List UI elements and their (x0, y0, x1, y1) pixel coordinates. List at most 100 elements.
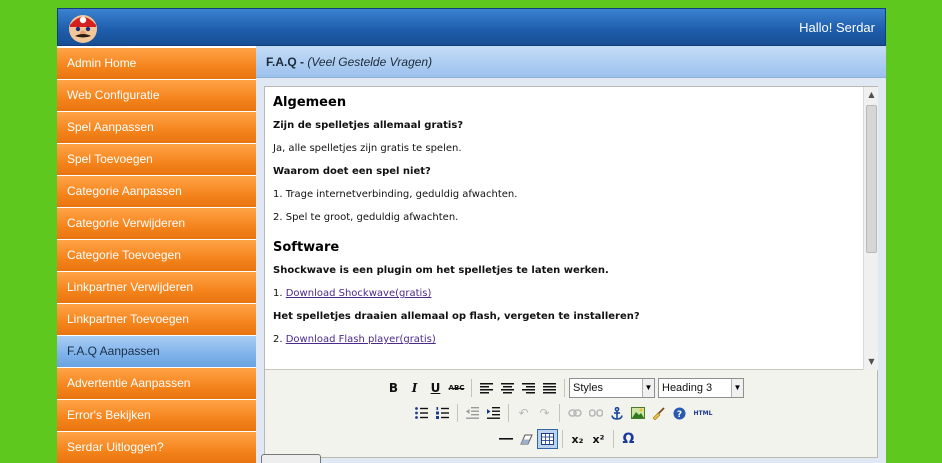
sidebar-nav: Admin Home Web Configuratie Spel Aanpass… (57, 48, 256, 463)
redo-button[interactable]: ↷ (534, 403, 555, 423)
subscript-button[interactable]: x₂ (567, 429, 588, 449)
sidebar-item-uitloggen[interactable]: Serdar Uitloggen? (57, 432, 256, 463)
bullet-list-icon (415, 407, 428, 419)
sidebar-item-spel-aanpassen[interactable]: Spel Aanpassen (57, 112, 256, 144)
bold-button[interactable]: B (383, 378, 404, 398)
subscript-icon: x₂ (571, 432, 584, 446)
page-subtitle: (Veel Gestelde Vragen) (307, 55, 433, 69)
section-heading-software: Software (273, 240, 340, 255)
sidebar-item-admin-home[interactable]: Admin Home (57, 48, 256, 80)
faq-answer: 1. Download Shockwave(gratis) (273, 287, 855, 300)
toolbar-row-2: ↶ ↷ ? HTML (411, 402, 716, 424)
sidebar-item-spel-toevoegen[interactable]: Spel Toevoegen (57, 144, 256, 176)
sidebar-item-categorie-aanpassen[interactable]: Categorie Aanpassen (57, 176, 256, 208)
horizontal-rule-button[interactable] (495, 429, 516, 449)
scroll-thumb[interactable] (866, 105, 877, 253)
sidebar-item-linkpartner-toevoegen[interactable]: Linkpartner Toevoegen (57, 304, 256, 336)
link-icon (567, 409, 582, 417)
scroll-down-icon[interactable]: ▼ (865, 355, 878, 369)
table-grid-icon (541, 433, 554, 445)
insert-image-button[interactable] (627, 403, 648, 423)
align-justify-icon (543, 382, 556, 393)
align-center-icon (501, 382, 514, 393)
image-icon (630, 407, 645, 419)
sidebar-item-categorie-toevoegen[interactable]: Categorie Toevoegen (57, 240, 256, 272)
superscript-icon: x² (592, 432, 605, 446)
align-justify-button[interactable] (539, 378, 560, 398)
indent-icon (487, 407, 500, 419)
format-select[interactable]: Heading 3 ▼ (658, 378, 744, 398)
special-character-button[interactable]: Ω (618, 429, 639, 449)
strikethrough-icon: ABC (448, 384, 465, 392)
editor-toolbar: B I U ABC Styles ▼ Heading 3 ▼ ↶ ↷ ? HTM… (265, 371, 879, 457)
horizontal-rule-icon (498, 438, 513, 440)
remove-format-button[interactable] (516, 429, 537, 449)
faq-question: Shockwave is een plugin om het spelletje… (273, 265, 609, 276)
main-content: F.A.Q - (Veel Gestelde Vragen) Algemeen … (256, 46, 886, 463)
faq-question: Waarom doet een spel niet? (273, 166, 431, 177)
download-flash-link[interactable]: Download Flash player(gratis) (286, 334, 436, 345)
numbered-list-icon (436, 407, 449, 419)
align-right-button[interactable] (518, 378, 539, 398)
download-shockwave-link[interactable]: Download Shockwave(gratis) (286, 288, 432, 299)
unlink-icon (588, 409, 603, 417)
strikethrough-button[interactable]: ABC (446, 378, 467, 398)
faq-question: Het spelletjes draaien allemaal op flash… (273, 311, 640, 322)
outdent-icon (466, 407, 479, 419)
list-prefix: 2. (273, 334, 286, 345)
unlink-button[interactable] (585, 403, 606, 423)
top-header: Hallo! Serdar (57, 8, 886, 46)
cleanup-button[interactable] (648, 403, 669, 423)
omega-icon: Ω (622, 431, 635, 447)
italic-button[interactable]: I (404, 378, 425, 398)
bullet-list-button[interactable] (411, 403, 432, 423)
outdent-button[interactable] (462, 403, 483, 423)
align-right-icon (522, 382, 535, 393)
list-prefix: 1. (273, 288, 286, 299)
faq-answer: 2. Spel te groot, geduldig afwachten. (273, 212, 459, 223)
bold-icon: B (388, 381, 399, 395)
scroll-up-icon[interactable]: ▲ (865, 88, 878, 102)
page-title: F.A.Q - (266, 55, 304, 69)
sidebar-item-web-configuratie[interactable]: Web Configuratie (57, 80, 256, 112)
toolbar-separator (508, 404, 509, 422)
html-source-button[interactable]: HTML (690, 403, 716, 423)
chevron-down-icon: ▼ (731, 379, 743, 397)
toolbar-separator (559, 404, 560, 422)
submit-button[interactable] (261, 454, 321, 463)
anchor-button[interactable] (606, 403, 627, 423)
toolbar-separator (457, 404, 458, 422)
sidebar-item-faq-aanpassen[interactable]: F.A.Q Aanpassen (57, 336, 256, 368)
sidebar-item-categorie-verwijderen[interactable]: Categorie Verwijderen (57, 208, 256, 240)
align-left-button[interactable] (476, 378, 497, 398)
editor-content-area[interactable]: Algemeen Zijn de spelletjes allemaal gra… (265, 87, 863, 370)
broom-icon (652, 406, 665, 420)
toolbar-separator (562, 430, 563, 448)
chevron-down-icon: ▼ (642, 379, 654, 397)
user-greeting: Hallo! Serdar (799, 20, 875, 35)
numbered-list-button[interactable] (432, 403, 453, 423)
sidebar-item-advertentie-aanpassen[interactable]: Advertentie Aanpassen (57, 368, 256, 400)
svg-text:?: ? (677, 410, 682, 420)
sidebar-item-linkpartner-verwijderen[interactable]: Linkpartner Verwijderen (57, 272, 256, 304)
format-select-value: Heading 3 (662, 382, 713, 394)
styles-select[interactable]: Styles ▼ (569, 378, 655, 398)
visual-aid-button[interactable] (537, 429, 558, 449)
help-button[interactable]: ? (669, 403, 690, 423)
align-left-icon (480, 382, 493, 393)
sidebar-item-errors-bekijken[interactable]: Error's Bekijken (57, 400, 256, 432)
toolbar-separator (613, 430, 614, 448)
underline-icon: U (430, 381, 441, 395)
undo-button[interactable]: ↶ (513, 403, 534, 423)
editor-scrollbar[interactable]: ▲ ▼ (863, 87, 878, 370)
indent-button[interactable] (483, 403, 504, 423)
insert-link-button[interactable] (564, 403, 585, 423)
align-center-button[interactable] (497, 378, 518, 398)
faq-answer: Ja, alle spelletjes zijn gratis te spele… (273, 143, 462, 154)
faq-answer: 1. Trage internetverbinding, geduldig af… (273, 189, 518, 200)
toolbar-separator (471, 379, 472, 397)
toolbar-row-1: B I U ABC Styles ▼ Heading 3 ▼ (383, 377, 747, 399)
superscript-button[interactable]: x² (588, 429, 609, 449)
page-title-bar: F.A.Q - (Veel Gestelde Vragen) (256, 46, 886, 78)
underline-button[interactable]: U (425, 378, 446, 398)
